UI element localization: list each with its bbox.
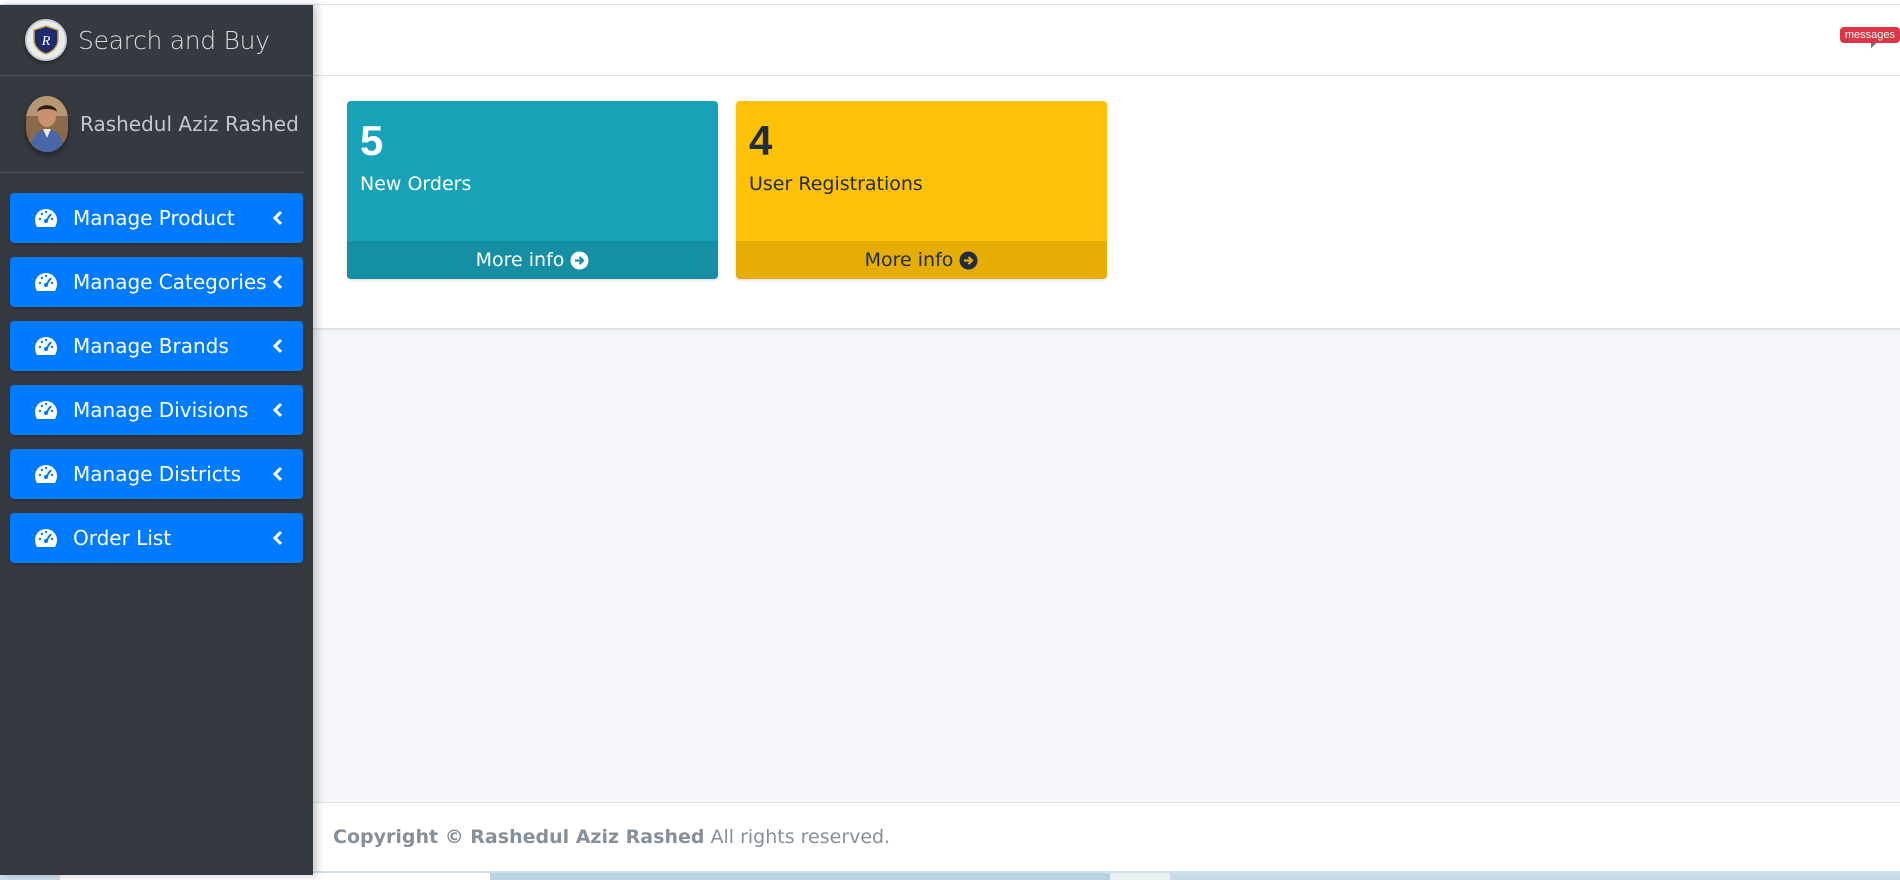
chevron-left-icon [271, 337, 285, 355]
user-registrations-more-info-link[interactable]: More info [736, 241, 1107, 279]
content-area [313, 330, 1900, 802]
tachometer-icon [33, 527, 59, 549]
user-registrations-card: 4 User Registrations More info [736, 101, 1107, 279]
tachometer-icon [33, 399, 59, 421]
tachometer-icon [33, 463, 59, 485]
dashboard-stats-section: 5 New Orders More info 4 User Registrati… [313, 76, 1900, 330]
new-orders-count: 5 [360, 117, 384, 164]
user-name: Rashedul Aziz Rashed [80, 112, 299, 136]
brand-link[interactable]: R Search and Buy [0, 5, 313, 76]
new-orders-card: 5 New Orders More info [347, 101, 718, 279]
sidebar-item-label: Manage Brands [73, 334, 229, 358]
sidebar-item-manage-divisions[interactable]: Manage Divisions [10, 385, 303, 435]
messages-badge[interactable]: messages [1839, 27, 1900, 43]
sidebar-item-label: Manage Districts [73, 462, 242, 486]
sidebar-item-label: Manage Product [73, 206, 235, 230]
svg-text:R: R [41, 34, 51, 49]
sidebar-item-order-list[interactable]: Order List [10, 513, 303, 563]
more-info-label: More info [864, 249, 954, 271]
sidebar-item-manage-product[interactable]: Manage Product [10, 193, 303, 243]
sidebar-item-label: Order List [73, 526, 172, 550]
sidebar-item-manage-categories[interactable]: Manage Categories [10, 257, 303, 307]
user-avatar [26, 96, 68, 152]
chevron-left-icon [271, 465, 285, 483]
copyright-text: Copyright © Rashedul Aziz Rashed [333, 826, 705, 848]
chevron-left-icon [271, 273, 285, 291]
taskbar-segment [490, 873, 1110, 880]
rights-text: All rights reserved. [710, 826, 891, 848]
arrow-circle-right-icon [959, 251, 978, 270]
sidebar-item-manage-districts[interactable]: Manage Districts [10, 449, 303, 499]
more-info-label: More info [475, 249, 565, 271]
shield-logo-icon: R [25, 19, 67, 61]
new-orders-label: New Orders [360, 173, 472, 195]
tachometer-icon [33, 271, 59, 293]
sidebar-item-label: Manage Divisions [73, 398, 249, 422]
sidebar-nav: Manage Product Manage Categories Manage … [0, 173, 313, 563]
sidebar-item-label: Manage Categories [73, 270, 267, 294]
arrow-circle-right-icon [570, 251, 589, 270]
brand-name: Search and Buy [78, 25, 270, 55]
user-panel[interactable]: Rashedul Aziz Rashed [0, 76, 303, 173]
user-registrations-label: User Registrations [749, 173, 923, 195]
tachometer-icon [33, 335, 59, 357]
chevron-left-icon [271, 529, 285, 547]
user-registrations-count: 4 [749, 117, 773, 164]
new-orders-more-info-link[interactable]: More info [347, 241, 718, 279]
top-navbar: messages [313, 5, 1900, 76]
taskbar-segment [1170, 873, 1900, 880]
page-footer: Copyright © Rashedul Aziz Rashed All rig… [313, 802, 1900, 871]
chevron-left-icon [271, 401, 285, 419]
sidebar-item-manage-brands[interactable]: Manage Brands [10, 321, 303, 371]
main-sidebar: R Search and Buy Rashedul Aziz Rashed Ma… [0, 5, 313, 875]
tachometer-icon [33, 207, 59, 229]
taskbar-segment [1110, 873, 1170, 880]
chevron-left-icon [271, 209, 285, 227]
